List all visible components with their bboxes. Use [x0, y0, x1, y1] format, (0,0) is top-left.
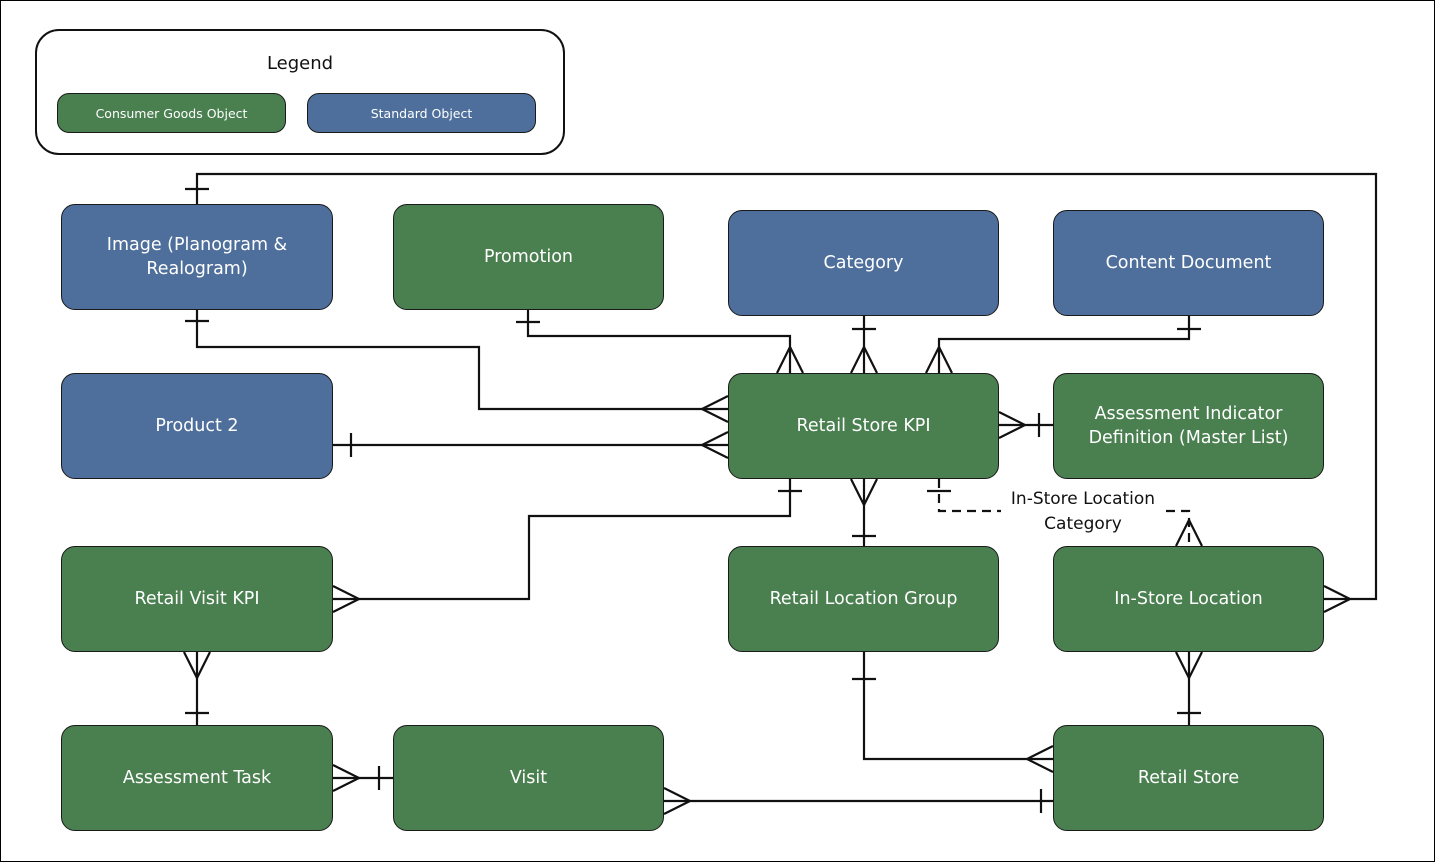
- legend-consumer-goods-object: Consumer Goods Object: [57, 93, 286, 133]
- legend-title: Legend: [266, 53, 334, 74]
- legend: Legend Consumer Goods Object Standard Ob…: [35, 29, 565, 155]
- relationship-line: [862, 652, 1053, 761]
- entity-retail-visit-kpi: Retail Visit KPI: [61, 546, 333, 652]
- entity-image: Image (Planogram & Realogram): [61, 204, 333, 310]
- entity-category: Category: [728, 210, 999, 316]
- relationship-line: [526, 310, 792, 373]
- entity-promotion: Promotion: [393, 204, 664, 310]
- relationship-line: [333, 479, 792, 601]
- entity-in-store-location: In-Store Location: [1053, 546, 1324, 652]
- entity-retail-location-group: Retail Location Group: [728, 546, 999, 652]
- relationship-label-in-store-location-category: In-Store Location Category: [1010, 489, 1156, 534]
- relationship-line: [937, 316, 1191, 373]
- entity-assessment-indicator-definition: Assessment Indicator Definition (Master …: [1053, 373, 1324, 479]
- entity-visit: Visit: [393, 725, 664, 831]
- er-diagram: Legend Consumer Goods Object Standard Ob…: [0, 0, 1435, 862]
- entity-assessment-task: Assessment Task: [61, 725, 333, 831]
- legend-standard-object: Standard Object: [307, 93, 536, 133]
- entity-retail-store-kpi: Retail Store KPI: [728, 373, 999, 479]
- entity-product2: Product 2: [61, 373, 333, 479]
- entity-content-document: Content Document: [1053, 210, 1324, 316]
- entity-retail-store: Retail Store: [1053, 725, 1324, 831]
